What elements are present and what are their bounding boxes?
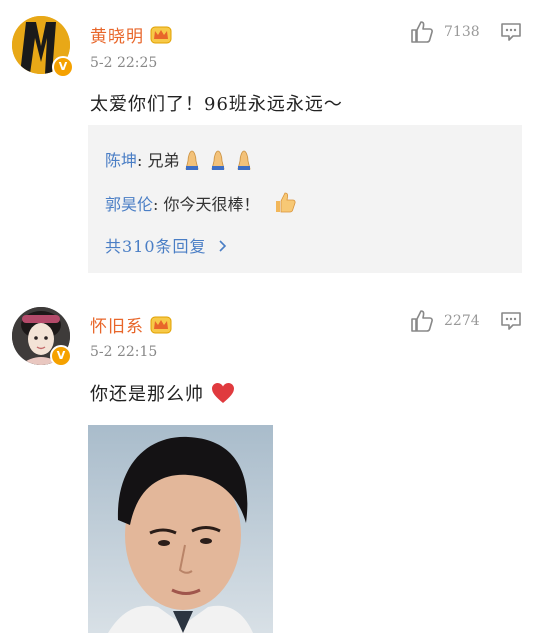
comment-text-body: 你还是那么帅	[90, 384, 204, 405]
verified-badge-icon: V	[50, 345, 72, 367]
username[interactable]: 怀旧系	[90, 312, 172, 337]
crown-icon	[150, 316, 172, 334]
heart-emoji-icon	[211, 382, 235, 409]
like-count: 2274	[444, 313, 480, 329]
comment-text: 你还是那么帅	[90, 380, 235, 409]
username-text: 怀旧系	[90, 317, 144, 337]
like-button[interactable]: 2274	[410, 309, 480, 333]
comment-photo[interactable]	[88, 425, 273, 633]
reply-icon[interactable]	[500, 311, 522, 331]
thumbs-up-icon	[410, 309, 434, 333]
comment-2: V 怀旧系 5-2 22:15 2274 你还是那么帅	[0, 0, 539, 633]
timestamp: 5-2 22:15	[90, 344, 158, 360]
